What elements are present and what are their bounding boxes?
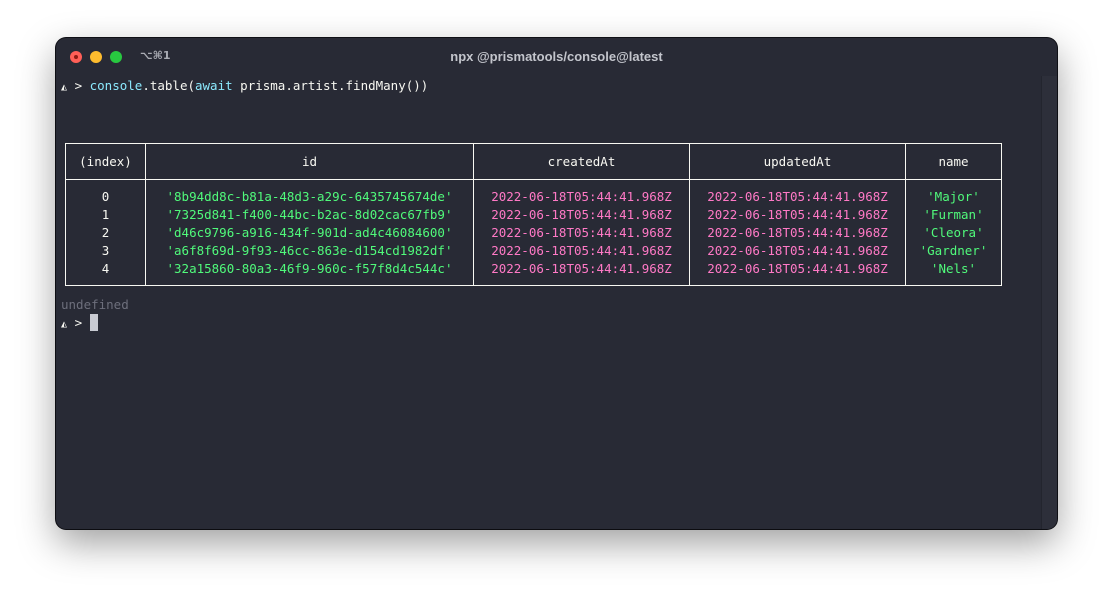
table-cell-name: 'Furman' bbox=[923, 207, 984, 222]
table-cell-updatedat: 2022-06-18T05:44:41.968Z bbox=[707, 225, 888, 240]
table-cell-name: 'Gardner' bbox=[919, 243, 988, 258]
table-header-row: (index) id createdAt updatedAt name bbox=[65, 143, 1002, 180]
command-keyword: await bbox=[195, 78, 233, 93]
updatedat-column: 2022-06-18T05:44:41.968Z 2022-06-18T05:4… bbox=[689, 179, 906, 286]
terminal-window: ⌥⌘1 npx @prismatools/console@latest ◭ > … bbox=[56, 38, 1057, 529]
table-cell-id: '7325d841-f400-44bc-b2ac-8d02cac67fb9' bbox=[166, 207, 453, 222]
text-cursor bbox=[89, 314, 98, 331]
table-cell-index: 2 bbox=[101, 225, 110, 240]
table-cell-id: 'a6f8f69d-9f93-46cc-863e-d154cd1982df' bbox=[166, 243, 453, 258]
table-cell-id: '32a15860-80a3-46f9-960c-f57f8d4c544c' bbox=[166, 261, 453, 276]
column-header-index: (index) bbox=[65, 143, 146, 180]
name-column: 'Major' 'Furman' 'Cleora' 'Gardner' 'Nel… bbox=[905, 179, 1002, 286]
command-method: .table( bbox=[142, 78, 195, 93]
column-header-name: name bbox=[905, 143, 1002, 180]
result-output: undefined bbox=[61, 297, 129, 312]
command-call: prisma.artist.findMany()) bbox=[232, 78, 429, 93]
prompt-icon: ◭ bbox=[61, 319, 68, 330]
table-body: 0 1 2 3 4 '8b94dd8c-b81a-48d3-a29c-64357… bbox=[65, 179, 1002, 286]
id-column: '8b94dd8c-b81a-48d3-a29c-6435745674de' '… bbox=[145, 179, 474, 286]
table-cell-index: 0 bbox=[101, 189, 110, 204]
prompt-caret: > bbox=[74, 315, 83, 330]
table-cell-updatedat: 2022-06-18T05:44:41.968Z bbox=[707, 243, 888, 258]
table-cell-name: 'Nels' bbox=[930, 261, 977, 276]
input-line[interactable]: ◭ > bbox=[61, 314, 98, 332]
window-title: npx @prismatools/console@latest bbox=[450, 49, 663, 64]
table-cell-createdat: 2022-06-18T05:44:41.968Z bbox=[491, 243, 672, 258]
column-header-id: id bbox=[145, 143, 474, 180]
command-object: console bbox=[89, 78, 143, 93]
table-cell-index: 3 bbox=[101, 243, 110, 258]
table-cell-name: 'Major' bbox=[927, 189, 980, 204]
createdat-column: 2022-06-18T05:44:41.968Z 2022-06-18T05:4… bbox=[473, 179, 690, 286]
table-cell-createdat: 2022-06-18T05:44:41.968Z bbox=[491, 189, 672, 204]
console-table: (index) id createdAt updatedAt name 0 1 … bbox=[65, 143, 1002, 286]
title-bar: ⌥⌘1 npx @prismatools/console@latest bbox=[56, 38, 1057, 76]
column-header-updatedat: updatedAt bbox=[689, 143, 906, 180]
prompt-icon: ◭ bbox=[61, 82, 68, 93]
table-cell-createdat: 2022-06-18T05:44:41.968Z bbox=[491, 225, 672, 240]
scrollbar[interactable] bbox=[1041, 76, 1057, 529]
table-cell-index: 1 bbox=[101, 207, 110, 222]
command-line: ◭ > console.table(await prisma.artist.fi… bbox=[61, 77, 428, 95]
table-cell-createdat: 2022-06-18T05:44:41.968Z bbox=[491, 207, 672, 222]
table-cell-id: '8b94dd8c-b81a-48d3-a29c-6435745674de' bbox=[166, 189, 453, 204]
table-cell-index: 4 bbox=[101, 261, 110, 276]
index-column: 0 1 2 3 4 bbox=[65, 179, 146, 286]
table-cell-name: 'Cleora' bbox=[923, 225, 984, 240]
table-cell-updatedat: 2022-06-18T05:44:41.968Z bbox=[707, 189, 888, 204]
table-cell-createdat: 2022-06-18T05:44:41.968Z bbox=[491, 261, 672, 276]
table-cell-updatedat: 2022-06-18T05:44:41.968Z bbox=[707, 207, 888, 222]
table-cell-updatedat: 2022-06-18T05:44:41.968Z bbox=[707, 261, 888, 276]
column-header-createdat: createdAt bbox=[473, 143, 690, 180]
prompt-caret: > bbox=[74, 78, 83, 93]
terminal-output[interactable]: ◭ > console.table(await prisma.artist.fi… bbox=[56, 76, 1041, 529]
table-cell-id: 'd46c9796-a916-434f-901d-ad4c46084600' bbox=[166, 225, 453, 240]
